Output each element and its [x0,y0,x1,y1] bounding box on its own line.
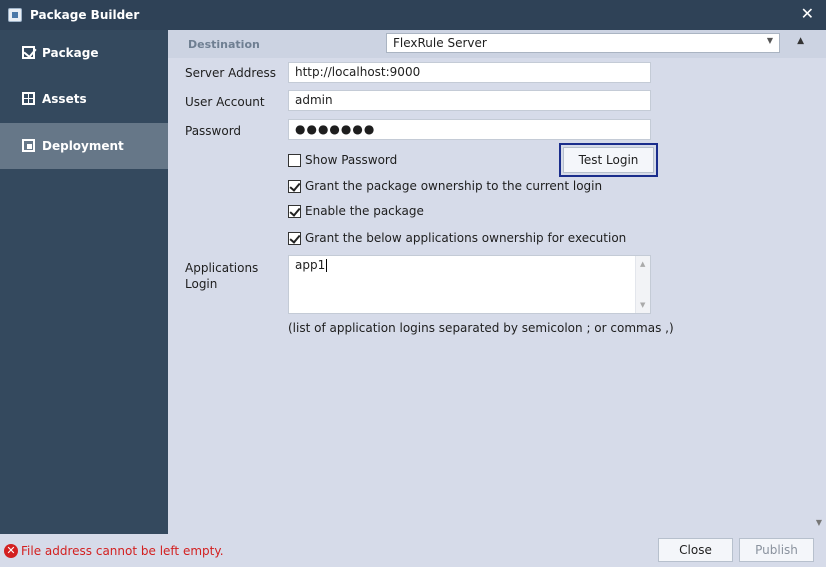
show-password-label: Show Password [305,153,398,167]
error-icon: ✕ [4,544,18,558]
sidebar-item-label: Assets [42,92,87,106]
scroll-up-icon[interactable]: ▲ [640,260,645,268]
sidebar-item-deployment[interactable]: Deployment [0,123,168,169]
applications-login-textarea[interactable]: app1 ▲ ▼ [288,255,651,314]
grant-ownership-label: Grant the package ownership to the curre… [305,179,603,193]
sidebar-item-label: Deployment [42,139,124,153]
scroll-down-icon[interactable]: ▼ [816,518,822,527]
deployment-icon [22,139,35,152]
close-button[interactable]: Close [658,538,733,562]
grant-apps-checkbox[interactable] [288,232,301,245]
footer: ✕ File address cannot be left empty. Clo… [0,534,826,567]
sidebar: Package Assets Deployment [0,30,168,534]
grant-apps-label: Grant the below applications ownership f… [305,231,627,245]
textarea-scrollbar[interactable]: ▲ ▼ [635,256,650,313]
server-address-input[interactable]: http://localhost:9000 [288,62,651,83]
test-login-button[interactable]: Test Login [559,143,658,177]
package-check-icon [22,46,35,59]
password-input[interactable]: ●●●●●●● [288,119,651,140]
user-account-label: User Account [185,95,265,109]
package-builder-app-icon [8,8,22,22]
sidebar-item-assets[interactable]: Assets [0,76,168,122]
assets-grid-icon [22,92,35,105]
show-password-checkbox[interactable] [288,154,301,167]
sidebar-item-label: Package [42,46,99,60]
destination-label: Destination [188,38,260,51]
publish-button[interactable]: Publish [739,538,814,562]
applications-login-help: (list of application logins separated by… [288,321,674,335]
title-bar: Package Builder ✕ [0,0,826,30]
destination-row: Destination FlexRule Server ▼ ▲ [168,30,826,58]
user-account-input[interactable]: admin [288,90,651,111]
destination-select[interactable]: FlexRule Server ▼ [386,33,780,53]
chevron-down-icon: ▼ [766,36,773,45]
sidebar-item-package[interactable]: Package [0,30,168,76]
test-login-label: Test Login [563,147,654,173]
applications-login-value: app1 [295,258,326,272]
server-address-label: Server Address [185,66,276,80]
scroll-down-icon[interactable]: ▼ [640,301,645,309]
destination-value: FlexRule Server [393,36,487,50]
enable-package-checkbox[interactable] [288,205,301,218]
scroll-up-icon[interactable]: ▲ [797,36,804,46]
password-label: Password [185,124,242,138]
error-message: File address cannot be left empty. [21,544,224,558]
enable-package-label: Enable the package [305,204,424,218]
deployment-panel: Destination FlexRule Server ▼ ▲ Server A… [168,30,826,534]
window-title: Package Builder [30,8,140,22]
grant-ownership-checkbox[interactable] [288,180,301,193]
applications-login-label: Applications Login [185,261,259,291]
close-icon[interactable]: ✕ [801,5,814,23]
